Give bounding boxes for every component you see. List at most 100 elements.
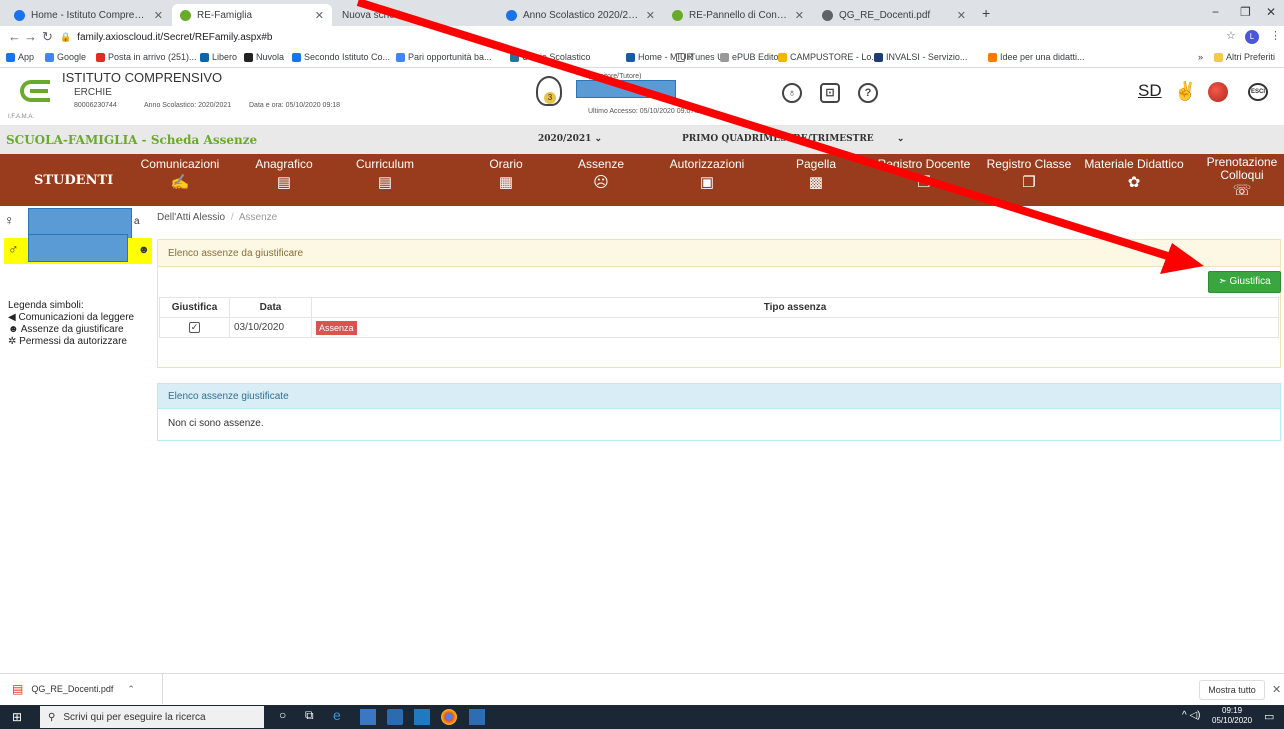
- year-select[interactable]: 2020/2021 ⌄: [538, 134, 602, 144]
- minimize-icon[interactable]: −: [1212, 5, 1219, 19]
- justify-checkbox[interactable]: ✓: [189, 322, 200, 333]
- bookmark-google[interactable]: Google: [45, 52, 86, 62]
- new-tab-icon[interactable]: +: [982, 5, 990, 21]
- taskbar-clock[interactable]: 09:19 05/10/2020: [1212, 706, 1252, 726]
- mail-icon[interactable]: [414, 709, 430, 725]
- bookmark-libero[interactable]: Libero: [200, 52, 237, 62]
- chevron-up-icon[interactable]: ⌃: [127, 684, 135, 695]
- close-tab-icon[interactable]: ✕: [315, 9, 324, 22]
- re-logo[interactable]: [20, 80, 50, 102]
- notification-icon[interactable]: ▭: [1264, 710, 1274, 723]
- nav-item-prenotazione-colloqui[interactable]: Prenotazione Colloqui ☏: [1202, 156, 1282, 199]
- nav-item-registro-classe[interactable]: Registro Classe ❐: [984, 158, 1074, 191]
- axios-icon[interactable]: [1208, 82, 1228, 102]
- word-icon[interactable]: [469, 709, 485, 725]
- sd-icon[interactable]: SD: [1138, 81, 1162, 101]
- system-tray-icons[interactable]: ^ ◁): [1182, 710, 1201, 721]
- edge-icon[interactable]: e: [333, 707, 341, 723]
- file-explorer-icon[interactable]: [360, 709, 376, 725]
- bookmark-app[interactable]: App: [6, 52, 34, 62]
- task-view-icon[interactable]: ⧉: [305, 708, 314, 723]
- reload-icon[interactable]: ↻: [42, 29, 53, 45]
- bookmark-label: Secondo Istituto Co...: [304, 52, 391, 62]
- tab-qg-re-docenti[interactable]: QG_RE_Docenti.pdf ✕: [814, 4, 974, 26]
- student-item-male[interactable]: ♂ ☻: [4, 234, 152, 264]
- nav-item-autorizzazioni[interactable]: Autorizzazioni ▣: [662, 158, 752, 191]
- user-role: (Genitore/Tutore): [588, 73, 642, 80]
- tab-home-istituto[interactable]: Home - Istituto Comprensivo Erc ✕: [6, 4, 171, 26]
- period-select[interactable]: PRIMO QUADRIMESTRE/TRIMESTRE ⌄: [682, 134, 904, 144]
- close-tab-icon[interactable]: ✕: [154, 9, 163, 22]
- student-name-fragment: a: [134, 216, 140, 227]
- giustifica-button[interactable]: ➣ Giustifica: [1208, 271, 1281, 293]
- nav-item-label: Comunicazioni: [140, 157, 220, 171]
- nav-item-curriculum[interactable]: Curriculum ▤: [350, 158, 420, 191]
- close-download-bar-icon[interactable]: ✕: [1272, 683, 1281, 696]
- chrome-icon[interactable]: [441, 709, 457, 725]
- menu-icon[interactable]: ⋮: [1270, 29, 1281, 42]
- breadcrumb-student[interactable]: Dell'Atti Alessio: [157, 212, 225, 223]
- hand-icon[interactable]: ✌: [1174, 81, 1196, 102]
- nav-item-anagrafico[interactable]: Anagrafico ▤: [244, 158, 324, 191]
- download-item[interactable]: ▤ QG_RE_Docenti.pdf ⌃: [12, 682, 135, 696]
- school-datetime: Data e ora: 05/10/2020 09:18: [249, 102, 341, 109]
- taskbar-search-box[interactable]: ⚲ Scrivi qui per eseguire la ricerca: [40, 706, 264, 728]
- nav-item-pagella[interactable]: Pagella ▩: [786, 158, 846, 191]
- show-all-button[interactable]: Mostra tutto: [1199, 680, 1265, 700]
- bookmark-ufficio-scolastico[interactable]: Ufficio Scolastico: [510, 52, 590, 62]
- nav-item-comunicazioni[interactable]: Comunicazioni ✍: [138, 158, 222, 191]
- bookmark-label: Libero: [212, 52, 238, 62]
- nav-item-materiale-didattico[interactable]: Materiale Didattico ✿: [1080, 158, 1188, 191]
- tab-nuova-scheda[interactable]: Nuova scheda: [334, 4, 494, 26]
- tab-re-famiglia[interactable]: RE-Famiglia ✕: [172, 4, 332, 26]
- bookmark-idee-didattica[interactable]: Idee per una didatti...: [988, 52, 1085, 62]
- maximize-icon[interactable]: ❐: [1240, 5, 1251, 19]
- close-tab-icon[interactable]: ✕: [795, 9, 804, 22]
- notification-badge[interactable]: 3: [544, 92, 556, 104]
- bookmark-posta[interactable]: Posta in arrivo (251)...: [96, 52, 197, 62]
- lock-icon[interactable]: ⊡: [820, 83, 840, 103]
- male-icon: ♂: [8, 241, 19, 257]
- store-icon[interactable]: [387, 709, 403, 725]
- profile-avatar[interactable]: L: [1245, 30, 1259, 44]
- sad-face-icon: ☹: [593, 174, 609, 191]
- tab-re-pannello[interactable]: RE-Pannello di Controllo ✕: [664, 4, 812, 26]
- tab-favicon-icon: [180, 9, 191, 21]
- bookmark-pari-opportunita[interactable]: Pari opportunità ba...: [396, 52, 492, 62]
- taskbar-search-placeholder: Scrivi qui per eseguire la ricerca: [63, 711, 206, 723]
- tab-anno-scolastico[interactable]: Anno Scolastico 2020/2021 - Istit ✕: [498, 4, 663, 26]
- bookmark-star-icon[interactable]: ☆: [1226, 29, 1236, 42]
- nav-item-orario[interactable]: Orario ▦: [476, 158, 536, 191]
- bookmark-invalsi[interactable]: INVALSI - Servizio...: [874, 52, 967, 62]
- absence-date: 03/10/2020: [229, 317, 312, 338]
- nav-item-assenze[interactable]: Assenze ☹: [568, 158, 634, 191]
- bookmark-altri-preferiti[interactable]: Altri Preferiti: [1214, 52, 1275, 62]
- bookmark-secondo-istituto[interactable]: Secondo Istituto Co...: [292, 52, 390, 62]
- close-window-icon[interactable]: ✕: [1266, 5, 1276, 19]
- help-icon[interactable]: ?: [858, 83, 878, 103]
- document-icon: ▤: [377, 174, 393, 191]
- school-year-info: Anno Scolastico: 2020/2021: [144, 102, 232, 109]
- lightbulb-icon[interactable]: ♁: [782, 83, 802, 103]
- bookmark-epub-editor[interactable]: ePUB Editor: [720, 52, 782, 62]
- bookmark-nuvola[interactable]: Nuvola: [244, 52, 284, 62]
- bookmark-campustore[interactable]: CAMPUSTORE - Lo...: [778, 52, 879, 62]
- windows-start-icon[interactable]: ⊞: [12, 710, 22, 724]
- absence-type-badge: Assenza: [316, 320, 357, 335]
- forward-icon[interactable]: →: [24, 29, 37, 44]
- bookmarks-overflow-button[interactable]: »: [1198, 52, 1203, 62]
- nav-item-registro-docente[interactable]: Registro Docente ❐: [874, 158, 974, 191]
- nav-item-label: Materiale Didattico: [1084, 157, 1184, 171]
- logout-icon[interactable]: ESCI: [1248, 83, 1268, 101]
- address-bar[interactable]: 🔒 family.axioscloud.it/Secret/REFamily.a…: [60, 28, 1190, 46]
- chat-icon: ☏: [1232, 182, 1252, 199]
- bookmark-itunes[interactable]: iTunes U: [676, 52, 724, 62]
- close-tab-icon[interactable]: ✕: [646, 9, 655, 22]
- legend-item: ✲ Permessi da autorizzare: [8, 336, 134, 348]
- back-icon[interactable]: ←: [8, 29, 21, 44]
- panel-justified-empty-message: Non ci sono assenze.: [157, 409, 1281, 441]
- cortana-icon[interactable]: ○: [279, 708, 286, 722]
- close-tab-icon[interactable]: ✕: [957, 9, 966, 22]
- school-name: ISTITUTO COMPRENSIVO: [62, 70, 223, 85]
- legend-item-label: Permessi da autorizzare: [19, 336, 127, 347]
